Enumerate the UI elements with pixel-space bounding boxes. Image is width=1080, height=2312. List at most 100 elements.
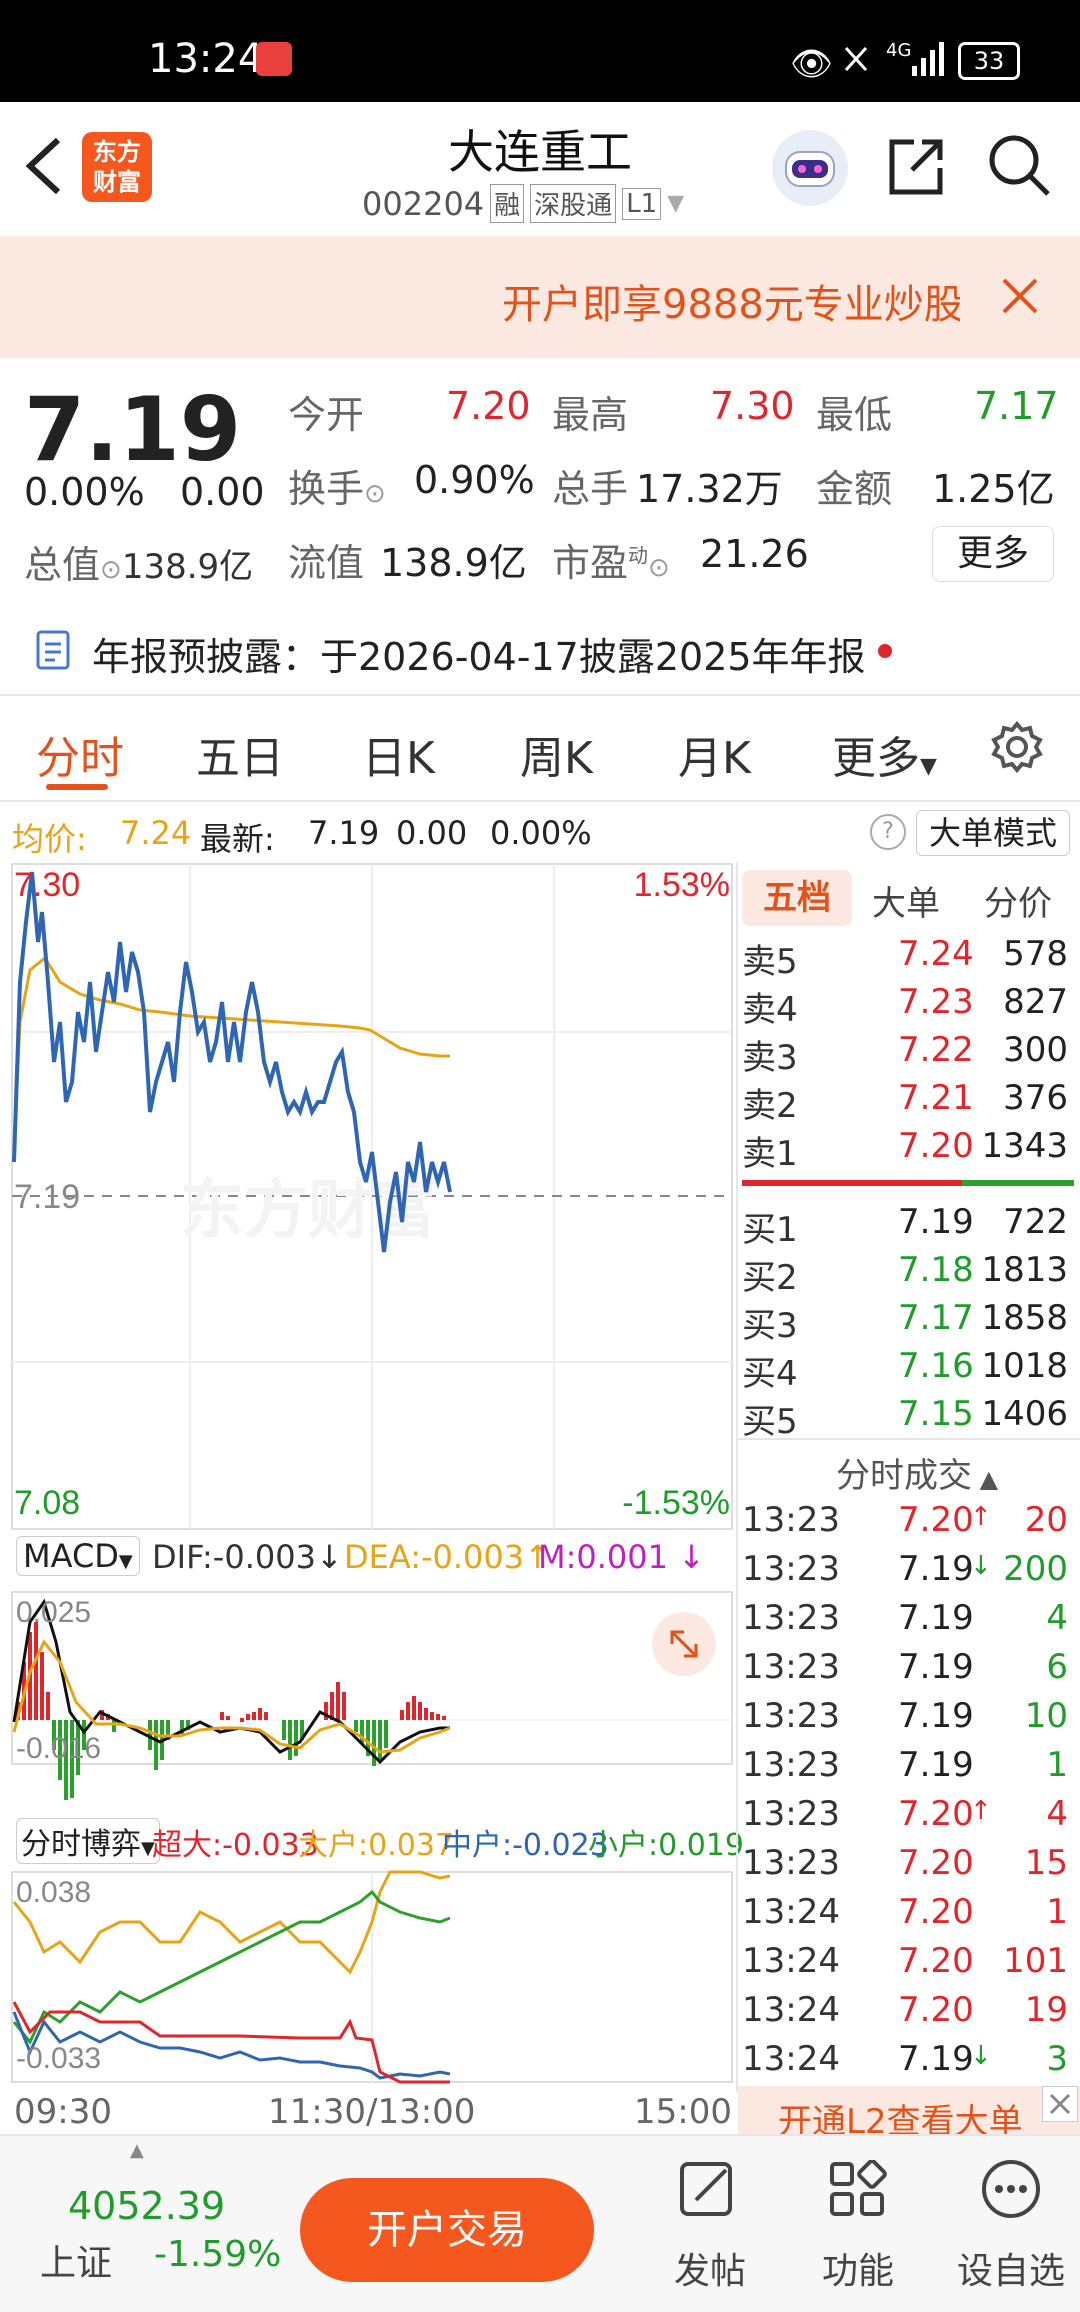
trade-volume: 200: [1003, 1549, 1068, 1589]
notice-row[interactable]: 年报预披露：于2026-04-17披露2025年年报: [0, 620, 1080, 700]
game-super: 超大:-0.033: [152, 1828, 319, 1863]
eye-icon: 👁: [790, 44, 834, 84]
trade-price: 7.19: [898, 1647, 974, 1687]
tab-five-day[interactable]: 五日: [196, 722, 284, 786]
volume-value: 17.32万: [636, 467, 783, 511]
search-icon[interactable]: [986, 132, 1052, 198]
ask-row[interactable]: 卖2 7.21 376: [742, 1078, 1072, 1126]
index-name[interactable]: 上证: [40, 2234, 112, 2286]
change-value: 0.00: [180, 470, 265, 514]
bid-label: 买3: [742, 1306, 798, 1346]
ask-row[interactable]: 卖1 7.20 1343: [742, 1126, 1072, 1174]
close-icon[interactable]: [1042, 2086, 1078, 2122]
share-icon[interactable]: [884, 134, 948, 198]
macd-dif: DIF:-0.003↓: [152, 1538, 343, 1576]
avg-price-line: [12, 955, 450, 1153]
high-value: 7.30: [710, 384, 795, 428]
trades-title[interactable]: 分时成交 ▲: [836, 1448, 998, 1497]
time-open: 09:30: [14, 2092, 112, 2132]
volume-label: 总手: [552, 467, 629, 511]
game-top: 0.038: [16, 1876, 91, 1909]
avg-value: 7.24: [120, 814, 192, 852]
bid-volume: 1406: [981, 1394, 1068, 1434]
tab-order-book[interactable]: 五档: [742, 870, 852, 926]
tab-big-orders[interactable]: 大单: [872, 876, 940, 925]
chart-info-bar: 均价: 7.24 最新: 7.19 0.00 0.00% ? 大单模式: [12, 810, 1072, 860]
tab-daily-k[interactable]: 日K: [362, 722, 435, 786]
divider: [738, 1438, 1080, 1440]
bid-label: 买2: [742, 1258, 798, 1298]
tab-weekly-k[interactable]: 周K: [520, 722, 593, 786]
turnover-label: 换手⊙: [288, 467, 386, 511]
down-arrow-icon: ↓: [970, 1551, 992, 1581]
bid-ratio-bar: [962, 1180, 1074, 1186]
bid-row[interactable]: 买3 7.17 1858: [742, 1298, 1072, 1346]
game-header: 分时博弈▼ 超大:-0.033 大户:0.037 中户:-0.023 小户:0.…: [14, 1816, 744, 1870]
tab-more[interactable]: 更多▼: [832, 722, 937, 786]
series-small-line: [12, 1889, 451, 2045]
caret-up-icon[interactable]: ▲: [130, 2140, 144, 2161]
trade-row: 13:24 7.19 ↓ 3: [742, 2039, 1072, 2087]
tab-monthly-k[interactable]: 月K: [678, 722, 751, 786]
bid-row[interactable]: 买2 7.18 1813: [742, 1250, 1072, 1298]
latest-pct: 0.00%: [490, 814, 592, 852]
nav-functions[interactable]: 功能: [798, 2150, 918, 2300]
close-icon[interactable]: [1000, 276, 1040, 316]
macd-selector[interactable]: MACD▼: [16, 1536, 140, 1576]
big-order-mode-button[interactable]: 大单模式: [916, 810, 1070, 856]
assistant-robot-icon[interactable]: [772, 130, 848, 206]
battery-icon: 33: [958, 42, 1020, 80]
bid-label: 买1: [742, 1210, 798, 1250]
ask-label: 卖1: [742, 1134, 798, 1174]
nav-add-watchlist[interactable]: 设自选: [946, 2150, 1076, 2300]
pe-label: 市盈动⊙: [552, 541, 670, 585]
promo-banner[interactable]: 开户即享9888元专业炒股: [0, 236, 1080, 358]
trade-price: 7.20: [898, 1500, 974, 1540]
expand-icon[interactable]: [652, 1612, 716, 1676]
ask-row[interactable]: 卖5 7.24 578: [742, 934, 1072, 982]
tab-intraday[interactable]: 分时: [36, 722, 124, 786]
bid-price: 7.18: [898, 1250, 974, 1290]
bid-row[interactable]: 买5 7.15 1406: [742, 1394, 1072, 1442]
ask-row[interactable]: 卖4 7.23 827: [742, 982, 1072, 1030]
ask-price: 7.20: [898, 1126, 974, 1166]
trade-row: 13:24 7.20 1: [742, 1892, 1072, 1940]
bid-row[interactable]: 买1 7.19 722: [742, 1202, 1072, 1250]
index-pct[interactable]: -1.59%: [154, 2234, 281, 2275]
ask-price: 7.21: [898, 1078, 974, 1118]
bid-row[interactable]: 买4 7.16 1018: [742, 1346, 1072, 1394]
more-dots-icon: [982, 2160, 1040, 2218]
more-button[interactable]: 更多: [932, 526, 1054, 582]
network-type: 4G: [886, 40, 912, 61]
game-selector[interactable]: 分时博弈▼: [16, 1818, 160, 1864]
tab-price-dist[interactable]: 分价: [984, 876, 1052, 925]
avg-label: 均价:: [12, 820, 87, 858]
nav-post[interactable]: 发帖: [650, 2150, 770, 2300]
trade-volume: 6: [1046, 1647, 1068, 1687]
trade-time: 13:23: [742, 1647, 840, 1687]
macd-m: M:0.001 ↓: [538, 1538, 705, 1576]
open-value: 7.20: [446, 384, 531, 428]
ask-row[interactable]: 卖3 7.22 300: [742, 1030, 1072, 1078]
trade-time: 13:23: [742, 1843, 840, 1883]
help-icon[interactable]: ?: [870, 814, 906, 850]
intraday-chart: 东方财富 7.30 1.53% 7.19 7.08 -1.53% 0.025 -…: [11, 863, 733, 2084]
trade-price: 7.19: [898, 1598, 974, 1638]
ask-label: 卖4: [742, 990, 798, 1030]
bid-label: 买4: [742, 1354, 798, 1394]
open-account-trade-button[interactable]: 开户交易: [300, 2178, 594, 2282]
gear-icon[interactable]: [990, 720, 1044, 774]
float-label: 流值: [288, 541, 365, 585]
game-small: 小户:0.019: [588, 1828, 744, 1863]
down-arrow-icon: ↓: [970, 2041, 992, 2071]
high-label: 最高: [552, 393, 629, 437]
trade-time: 13:23: [742, 1500, 840, 1540]
pe-value: 21.26: [700, 532, 809, 576]
trade-volume: 4: [1046, 1794, 1068, 1834]
trade-volume: 4: [1046, 1598, 1068, 1638]
index-value[interactable]: 4052.39: [68, 2184, 225, 2228]
stock-code-row[interactable]: 002204 融 深股通 L1 ▼: [362, 184, 684, 223]
quote-panel: 7.19 0.00% 0.00 总值⊙138.9亿 今开 7.20 最高 7.3…: [0, 358, 1080, 608]
bottom-bar: ▲ 4052.39 上证 -1.59% 开户交易 发帖 功能 设自选: [0, 2134, 1080, 2312]
trade-price: 7.20: [898, 1794, 974, 1834]
